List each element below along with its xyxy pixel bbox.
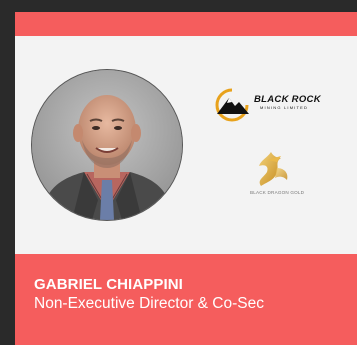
person-name: GABRIEL CHIAPPINI [34,276,183,293]
black-rock-logo-subtitle: MINING LIMITED [260,105,309,110]
black-rock-logo-name: BLACK ROCK [254,94,321,105]
person-role: Non-Executive Director & Co-Sec [34,295,264,312]
profile-card: BLACK ROCK MINING LIMITED BLACK DRAGON G… [15,12,357,345]
page-background: BLACK ROCK MINING LIMITED BLACK DRAGON G… [0,0,357,345]
name-panel: GABRIEL CHIAPPINI Non-Executive Director… [15,254,357,345]
card-top-accent-bar [15,12,357,36]
profile-photo [32,70,182,220]
black-dragon-gold-logo-name: BLACK DRAGON GOLD [250,190,305,195]
gold-dragon-logo-icon [259,152,288,186]
portrait-image [32,70,182,220]
mountain-sun-logo-icon [215,88,249,122]
black-rock-mining-logo: BLACK ROCK MINING LIMITED [211,84,341,124]
black-dragon-gold-logo: BLACK DRAGON GOLD [237,150,317,200]
